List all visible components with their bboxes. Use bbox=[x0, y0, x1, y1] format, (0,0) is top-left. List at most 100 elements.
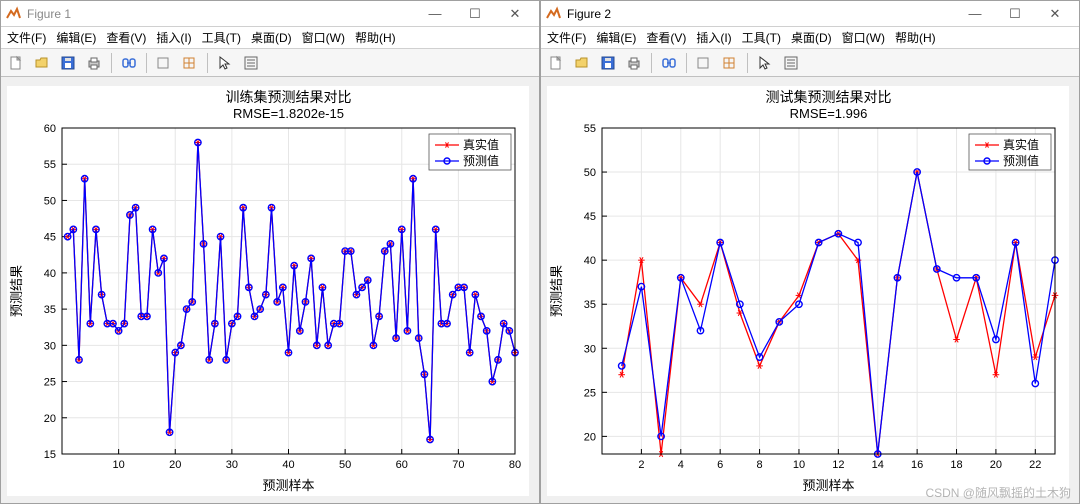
figure-window-1: Figure 1 — ☐ ✕ 文件(F) 编辑(E) 查看(V) 插入(I) 工… bbox=[0, 0, 540, 504]
svg-text:8: 8 bbox=[757, 459, 763, 471]
svg-text:50: 50 bbox=[584, 167, 596, 179]
edit-plot-icon[interactable] bbox=[240, 52, 262, 74]
window-title: Figure 1 bbox=[27, 7, 415, 21]
minimize-button[interactable]: — bbox=[955, 2, 995, 26]
inspector-icon[interactable] bbox=[719, 52, 741, 74]
save-icon[interactable] bbox=[597, 52, 619, 74]
menu-insert[interactable]: 插入(I) bbox=[696, 29, 731, 46]
svg-text:6: 6 bbox=[717, 459, 723, 471]
chart-train: 102030405060708015202530354045505560训练集预… bbox=[7, 86, 529, 496]
brush-icon[interactable] bbox=[153, 52, 175, 74]
window-title: Figure 2 bbox=[567, 7, 955, 21]
menu-help[interactable]: 帮助(H) bbox=[355, 29, 396, 46]
svg-text:25: 25 bbox=[584, 387, 596, 399]
svg-text:60: 60 bbox=[396, 459, 408, 471]
figure-window-2: Figure 2 — ☐ ✕ 文件(F) 编辑(E) 查看(V) 插入(I) 工… bbox=[540, 0, 1080, 504]
axes-area[interactable]: 2468101214161820222025303540455055测试集预测结… bbox=[541, 77, 1079, 503]
minimize-button[interactable]: — bbox=[415, 2, 455, 26]
svg-text:55: 55 bbox=[584, 123, 596, 135]
edit-plot-icon[interactable] bbox=[780, 52, 802, 74]
menu-help[interactable]: 帮助(H) bbox=[895, 29, 936, 46]
svg-text:12: 12 bbox=[832, 459, 844, 471]
svg-text:10: 10 bbox=[793, 459, 805, 471]
svg-text:14: 14 bbox=[872, 459, 884, 471]
inspector-icon[interactable] bbox=[179, 52, 201, 74]
menu-file[interactable]: 文件(F) bbox=[7, 29, 46, 46]
svg-text:50: 50 bbox=[44, 195, 56, 207]
svg-text:25: 25 bbox=[44, 377, 56, 389]
pointer-icon[interactable] bbox=[214, 52, 236, 74]
svg-text:真实值: 真实值 bbox=[1003, 137, 1039, 152]
svg-text:预测值: 预测值 bbox=[463, 153, 499, 168]
menubar: 文件(F) 编辑(E) 查看(V) 插入(I) 工具(T) 桌面(D) 窗口(W… bbox=[1, 27, 539, 49]
link-icon[interactable] bbox=[118, 52, 140, 74]
svg-text:35: 35 bbox=[584, 299, 596, 311]
menu-window[interactable]: 窗口(W) bbox=[842, 29, 885, 46]
svg-text:40: 40 bbox=[282, 459, 294, 471]
matlab-icon bbox=[545, 6, 561, 22]
svg-text:50: 50 bbox=[339, 459, 351, 471]
axes-area[interactable]: 102030405060708015202530354045505560训练集预… bbox=[1, 77, 539, 503]
menu-file[interactable]: 文件(F) bbox=[547, 29, 586, 46]
svg-text:预测样本: 预测样本 bbox=[262, 478, 314, 493]
svg-text:30: 30 bbox=[584, 343, 596, 355]
svg-text:RMSE=1.8202e-15: RMSE=1.8202e-15 bbox=[233, 106, 344, 121]
titlebar[interactable]: Figure 2 — ☐ ✕ bbox=[541, 1, 1079, 27]
toolbar-separator bbox=[111, 53, 112, 73]
chart-test: 2468101214161820222025303540455055测试集预测结… bbox=[547, 86, 1069, 496]
svg-text:15: 15 bbox=[44, 449, 56, 461]
close-button[interactable]: ✕ bbox=[1035, 2, 1075, 26]
maximize-button[interactable]: ☐ bbox=[995, 2, 1035, 26]
toolbar-separator bbox=[686, 53, 687, 73]
open-icon[interactable] bbox=[571, 52, 593, 74]
titlebar[interactable]: Figure 1 — ☐ ✕ bbox=[1, 1, 539, 27]
svg-text:RMSE=1.996: RMSE=1.996 bbox=[790, 106, 868, 121]
svg-text:20: 20 bbox=[169, 459, 181, 471]
toolbar bbox=[541, 49, 1079, 77]
menu-edit[interactable]: 编辑(E) bbox=[56, 29, 96, 46]
svg-text:45: 45 bbox=[44, 232, 56, 244]
save-icon[interactable] bbox=[57, 52, 79, 74]
toolbar-separator bbox=[207, 53, 208, 73]
print-icon[interactable] bbox=[623, 52, 645, 74]
menubar: 文件(F) 编辑(E) 查看(V) 插入(I) 工具(T) 桌面(D) 窗口(W… bbox=[541, 27, 1079, 49]
svg-text:2: 2 bbox=[638, 459, 644, 471]
menu-tools[interactable]: 工具(T) bbox=[202, 29, 241, 46]
menu-insert[interactable]: 插入(I) bbox=[156, 29, 191, 46]
svg-text:55: 55 bbox=[44, 159, 56, 171]
matlab-icon bbox=[5, 6, 21, 22]
menu-tools[interactable]: 工具(T) bbox=[742, 29, 781, 46]
pointer-icon[interactable] bbox=[754, 52, 776, 74]
svg-text:4: 4 bbox=[678, 459, 684, 471]
menu-desktop[interactable]: 桌面(D) bbox=[251, 29, 292, 46]
open-icon[interactable] bbox=[31, 52, 53, 74]
new-file-icon[interactable] bbox=[545, 52, 567, 74]
svg-text:60: 60 bbox=[44, 123, 56, 135]
close-button[interactable]: ✕ bbox=[495, 2, 535, 26]
svg-text:真实值: 真实值 bbox=[463, 137, 499, 152]
menu-view[interactable]: 查看(V) bbox=[106, 29, 146, 46]
menu-desktop[interactable]: 桌面(D) bbox=[791, 29, 832, 46]
menu-edit[interactable]: 编辑(E) bbox=[596, 29, 636, 46]
svg-text:18: 18 bbox=[950, 459, 962, 471]
svg-text:16: 16 bbox=[911, 459, 923, 471]
svg-text:10: 10 bbox=[113, 459, 125, 471]
svg-text:40: 40 bbox=[584, 255, 596, 267]
menu-window[interactable]: 窗口(W) bbox=[302, 29, 345, 46]
svg-text:70: 70 bbox=[452, 459, 464, 471]
menu-view[interactable]: 查看(V) bbox=[646, 29, 686, 46]
svg-text:预测样本: 预测样本 bbox=[802, 478, 854, 493]
new-file-icon[interactable] bbox=[5, 52, 27, 74]
link-icon[interactable] bbox=[658, 52, 680, 74]
svg-text:测试集预测结果对比: 测试集预测结果对比 bbox=[766, 89, 892, 105]
toolbar bbox=[1, 49, 539, 77]
svg-text:30: 30 bbox=[44, 340, 56, 352]
svg-text:预测结果: 预测结果 bbox=[549, 265, 564, 317]
svg-text:训练集预测结果对比: 训练集预测结果对比 bbox=[226, 89, 352, 105]
maximize-button[interactable]: ☐ bbox=[455, 2, 495, 26]
svg-text:20: 20 bbox=[990, 459, 1002, 471]
brush-icon[interactable] bbox=[693, 52, 715, 74]
svg-text:45: 45 bbox=[584, 211, 596, 223]
print-icon[interactable] bbox=[83, 52, 105, 74]
svg-text:20: 20 bbox=[44, 413, 56, 425]
